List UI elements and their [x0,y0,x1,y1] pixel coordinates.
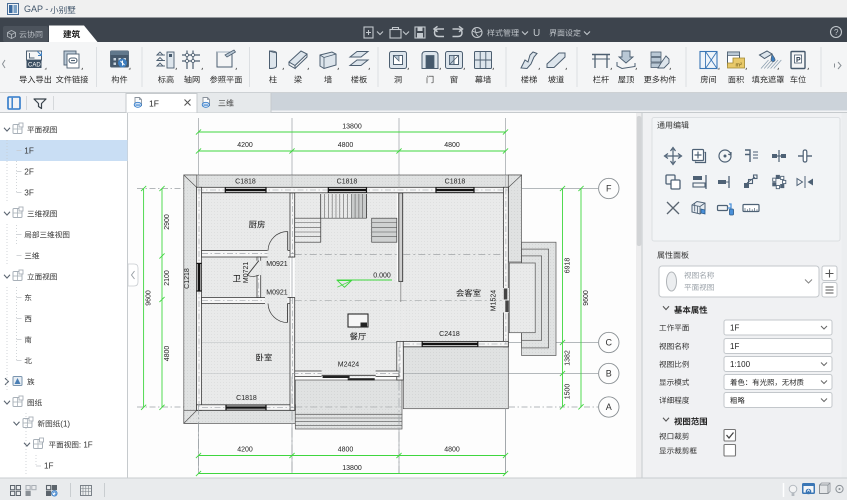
svg-text:4800: 4800 [444,142,460,149]
svg-text:U: U [533,28,540,39]
svg-text:9600: 9600 [146,290,153,306]
svg-text:(1): (1) [60,420,70,429]
svg-text:GAP -: GAP - [24,4,48,14]
svg-text:4800: 4800 [338,447,354,454]
svg-text:9600: 9600 [583,290,590,306]
svg-text:?: ? [834,28,839,37]
svg-text:M1524: M1524 [491,290,498,312]
svg-text:M0721: M0721 [243,262,250,284]
svg-text:CAD: CAD [28,63,41,69]
svg-text:C1818: C1818 [337,179,358,186]
svg-text:4800: 4800 [338,142,354,149]
svg-text:F: F [606,184,612,194]
svg-text:4200: 4200 [237,447,253,454]
svg-text:4200: 4200 [237,142,253,149]
svg-text:4800: 4800 [444,447,460,454]
svg-text:1382: 1382 [565,350,572,366]
svg-text:M2424: M2424 [338,362,360,369]
svg-text:C1818: C1818 [235,179,256,186]
svg-text:1500: 1500 [565,384,572,400]
svg-text:1F: 1F [44,462,54,471]
svg-text:4800: 4800 [164,346,171,362]
svg-text:2900: 2900 [164,214,171,230]
svg-text:: 1F: : 1F [79,441,93,450]
svg-text:B: B [606,369,612,379]
svg-text:C: C [606,338,613,348]
svg-text:1F: 1F [730,342,739,351]
svg-text:1:100: 1:100 [730,360,751,369]
svg-text:M0921: M0921 [266,261,288,268]
svg-text:1F: 1F [730,324,739,333]
svg-text:P: P [796,57,801,64]
svg-text:C2418: C2418 [439,331,460,338]
svg-text:C1818: C1818 [445,179,466,186]
svg-text:13800: 13800 [342,465,362,472]
svg-text:1F: 1F [149,99,159,109]
svg-text:1F: 1F [24,147,34,156]
svg-text:C1218: C1218 [184,268,191,289]
svg-text:0.000: 0.000 [373,273,391,280]
svg-text:C1818: C1818 [236,395,257,402]
svg-text:m²: m² [736,63,743,69]
svg-text:2100: 2100 [164,270,171,286]
svg-text:3F: 3F [24,189,34,198]
svg-text:13800: 13800 [342,124,362,131]
svg-text:6918: 6918 [565,258,572,274]
svg-text:2F: 2F [24,168,34,177]
svg-text:M0921: M0921 [266,290,288,297]
svg-text:A: A [606,402,612,412]
